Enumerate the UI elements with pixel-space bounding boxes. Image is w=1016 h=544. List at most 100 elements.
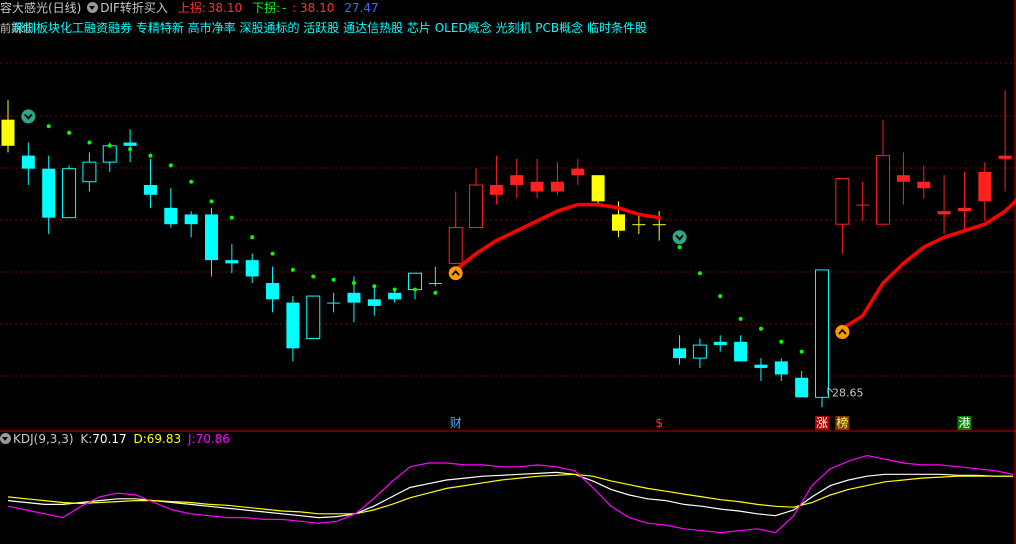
dropdown-icon[interactable] <box>87 2 99 13</box>
marker-1: $ <box>655 416 663 430</box>
sar-dot-12 <box>270 251 275 256</box>
sar-dot-8 <box>189 179 194 184</box>
buy-signal-icon-2 <box>835 325 850 339</box>
marker-4: 港 <box>958 416 970 430</box>
sar-dot-6 <box>148 153 153 158</box>
candle-body-4 <box>82 161 97 183</box>
down-dash: - <box>282 1 287 15</box>
sar-dot-18 <box>392 287 397 292</box>
candle-body-47 <box>957 207 971 212</box>
sar-dot-14 <box>311 274 316 279</box>
candle-body-3 <box>62 168 77 219</box>
candle-body-43 <box>876 155 891 225</box>
candle-body-34 <box>692 344 707 359</box>
candle-body-11 <box>225 260 239 264</box>
candle-body-49 <box>998 155 1012 159</box>
sar-dot-16 <box>351 281 356 285</box>
kdj-dropdown-icon[interactable] <box>0 433 11 444</box>
candle-body-48 <box>978 171 992 202</box>
sar-dot-10 <box>229 215 234 220</box>
candle-body-16 <box>327 302 341 304</box>
j-value: 70.86 <box>195 432 230 446</box>
candle-body-36 <box>734 341 748 362</box>
candle-body-28 <box>571 168 585 176</box>
marker-2: 涨 <box>816 415 828 430</box>
candle-body-21 <box>428 283 442 284</box>
marker-0: 财 <box>450 416 462 430</box>
stock-title[interactable]: 容大感光(日线) <box>0 1 81 15</box>
up-label: 上拐: <box>177 1 206 15</box>
candle-body-7 <box>143 185 157 195</box>
d-value: 69.83 <box>146 432 182 446</box>
sar-dot-21 <box>677 245 682 250</box>
sar-dot-23 <box>718 294 723 299</box>
candle-body-14 <box>286 302 300 349</box>
sell-signal-icon-1 <box>21 109 36 124</box>
sar-dot-24 <box>738 316 743 321</box>
j-label: J: <box>187 432 196 446</box>
chart-canvas[interactable]: 28.65 财 $ 涨榜 港 <box>0 0 1016 544</box>
d-label: D: <box>133 432 147 446</box>
candle-body-13 <box>266 283 280 300</box>
sar-dot-26 <box>779 339 784 344</box>
sar-dot-15 <box>331 277 336 282</box>
candle-body-23 <box>469 184 484 228</box>
candle-body-45 <box>917 181 931 189</box>
candle-body-17 <box>347 292 361 303</box>
candle-body-44 <box>896 175 910 182</box>
sar-dot-9 <box>209 199 214 204</box>
candle-body-37 <box>754 364 768 368</box>
candle-body-22 <box>448 226 463 264</box>
candle-body-29 <box>591 175 605 202</box>
candle-body-39 <box>795 377 809 398</box>
sar-dot-3 <box>87 140 92 145</box>
candle-body-18 <box>367 299 381 306</box>
candle-body-6 <box>123 142 137 146</box>
sar-dot-19 <box>413 287 417 292</box>
candle-body-40 <box>815 269 829 398</box>
candle-body-10 <box>205 214 218 261</box>
kdj-header: KDJ(9,3,3) K:70.17 D:69.83 J:70.86 <box>0 432 230 447</box>
candle-body-46 <box>937 211 951 215</box>
buy-signal-icon-1 <box>448 266 463 281</box>
candle-body-9 <box>184 214 198 225</box>
sar-dot-27 <box>799 349 804 354</box>
sar-dot-5 <box>128 147 133 152</box>
marker-3: 榜 <box>836 415 848 430</box>
sar-dot-2 <box>67 130 72 135</box>
sar-dot-25 <box>758 326 763 331</box>
up-value: 38.10 <box>207 1 243 15</box>
candle-body-24 <box>489 185 503 195</box>
sar-dot-13 <box>290 267 295 272</box>
dif-line-1 <box>453 202 661 272</box>
candle-body-15 <box>306 295 321 340</box>
extra-value: 27.47 <box>344 1 379 15</box>
sar-dot-20 <box>433 290 438 295</box>
candle-body-8 <box>164 207 178 225</box>
k-label: K: <box>80 432 93 446</box>
candle-body-30 <box>612 214 625 231</box>
main-chart-header: 容大感光(日线) DIF转折买入 上拐: 38.10 下拐: - : 38.10 2… <box>0 0 381 17</box>
sar-dot-22 <box>697 271 702 276</box>
candle-body-25 <box>510 175 524 185</box>
sar-dot-11 <box>250 235 255 240</box>
candle-body-42 <box>856 204 870 206</box>
candle-body-0 <box>1 119 15 146</box>
kdj-name[interactable]: KDJ(9,3,3) <box>13 432 74 446</box>
candle-body-32 <box>652 224 666 226</box>
sar-dot-4 <box>107 143 112 148</box>
candle-body-41 <box>835 177 850 225</box>
kdj-line-j <box>7 454 1014 534</box>
candle-body-2 <box>42 168 56 218</box>
candle-body-31 <box>632 224 646 226</box>
sar-dot-17 <box>372 284 377 289</box>
candle-body-38 <box>774 361 788 375</box>
candle-body-12 <box>245 260 259 277</box>
candle-body-20 <box>408 272 422 291</box>
indicator-name[interactable]: DIF转折买入 <box>100 1 168 15</box>
candle-body-33 <box>673 348 687 359</box>
concept-tags: 深圳板块化工融资融券 专精特新 高市净率 深股通标的 活跃股 通达信热股 芯片 … <box>12 21 647 35</box>
down-value: : 38.10 <box>292 1 335 15</box>
sar-dot-7 <box>168 163 173 168</box>
k-value: 70.17 <box>92 432 127 446</box>
